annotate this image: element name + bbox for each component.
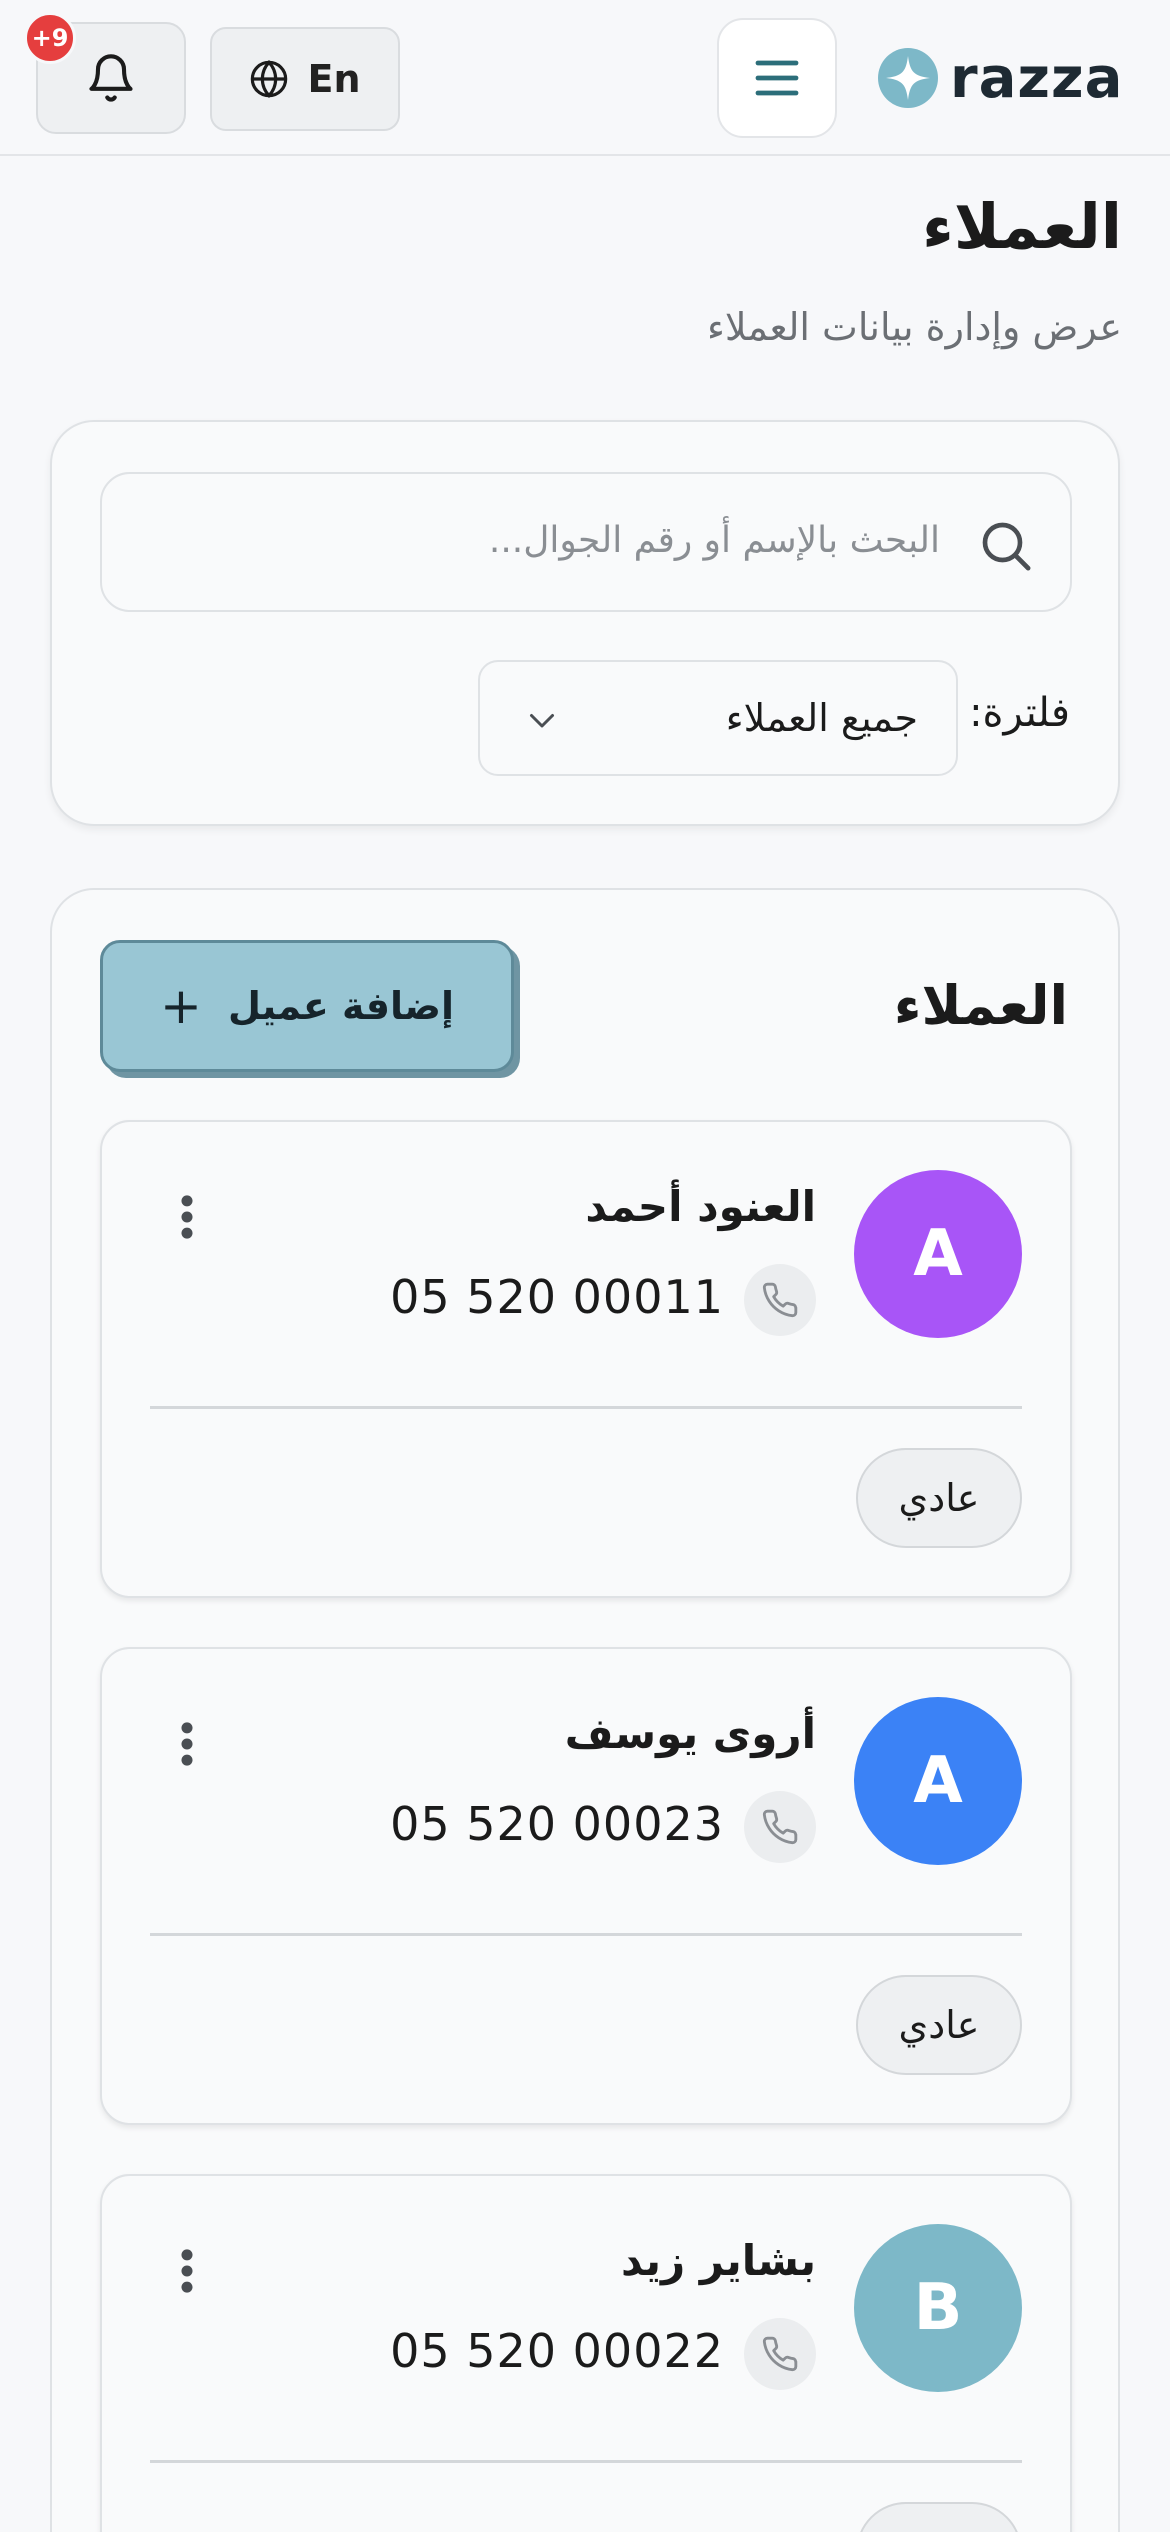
customer-name: أروى يوسف: [564, 1709, 816, 1758]
avatar: B: [854, 2224, 1022, 2392]
chevron-down-icon: [530, 714, 554, 728]
phone-icon[interactable]: [744, 1791, 816, 1863]
customer-card[interactable]: A أروى يوسف 05 520 00023 عادي: [100, 1647, 1072, 2125]
language-switch-button[interactable]: En: [210, 27, 400, 131]
page-title: العملاء: [922, 190, 1122, 263]
customer-type-badge: عادي: [856, 2502, 1022, 2532]
card-divider: [150, 1933, 1022, 1936]
customer-phone: 05 520 00023: [390, 1797, 724, 1851]
plus-icon: +: [160, 977, 202, 1035]
customers-panel: العملاء إضافة عميل + A العنود أحمد 05 52…: [50, 888, 1120, 2532]
customer-phone: 05 520 00011: [390, 1270, 724, 1324]
search-input[interactable]: البحث بالإسم أو رقم الجوال...: [100, 472, 1072, 612]
add-customer-button[interactable]: إضافة عميل +: [100, 940, 514, 1072]
globe-icon: [251, 60, 288, 98]
customers-list-title: العملاء: [893, 974, 1068, 1037]
customer-name: بشاير زيد: [620, 2236, 816, 2285]
more-vertical-icon[interactable]: [180, 1194, 194, 1240]
hamburger-menu-icon: [755, 60, 799, 96]
customer-card[interactable]: A العنود أحمد 05 520 00011 عادي: [100, 1120, 1072, 1598]
brand-name: razza: [950, 45, 1124, 111]
customer-phone: 05 520 00022: [390, 2324, 724, 2378]
filter-panel: البحث بالإسم أو رقم الجوال... فلترة: جمي…: [50, 420, 1120, 826]
brand-logo[interactable]: razza: [876, 40, 1123, 116]
phone-icon[interactable]: [744, 2318, 816, 2390]
notification-count-badge: +9: [24, 12, 76, 64]
search-placeholder: البحث بالإسم أو رقم الجوال...: [488, 520, 940, 561]
bell-icon: [89, 54, 133, 102]
top-bar: +9 En razza: [0, 0, 1170, 156]
customer-card[interactable]: B بشاير زيد 05 520 00022 عادي: [100, 2174, 1072, 2532]
search-icon: [982, 522, 1031, 571]
filter-label: فلترة:: [969, 690, 1070, 736]
customer-name: العنود أحمد: [585, 1182, 816, 1231]
filter-select[interactable]: جميع العملاء: [478, 660, 958, 776]
brand-logo-icon: [878, 48, 938, 108]
page-subtitle: عرض وإدارة بيانات العملاء: [707, 305, 1122, 349]
customer-type-badge: عادي: [856, 1975, 1022, 2075]
card-divider: [150, 1406, 1022, 1409]
phone-icon[interactable]: [744, 1264, 816, 1336]
filter-selected-value: جميع العملاء: [725, 696, 918, 740]
avatar: A: [854, 1697, 1022, 1865]
customer-type-badge: عادي: [856, 1448, 1022, 1548]
more-vertical-icon[interactable]: [180, 2248, 194, 2294]
card-divider: [150, 2460, 1022, 2463]
language-label: En: [307, 57, 361, 101]
add-customer-label: إضافة عميل: [227, 984, 454, 1028]
avatar: A: [854, 1170, 1022, 1338]
menu-button[interactable]: [717, 18, 837, 138]
more-vertical-icon[interactable]: [180, 1721, 194, 1767]
